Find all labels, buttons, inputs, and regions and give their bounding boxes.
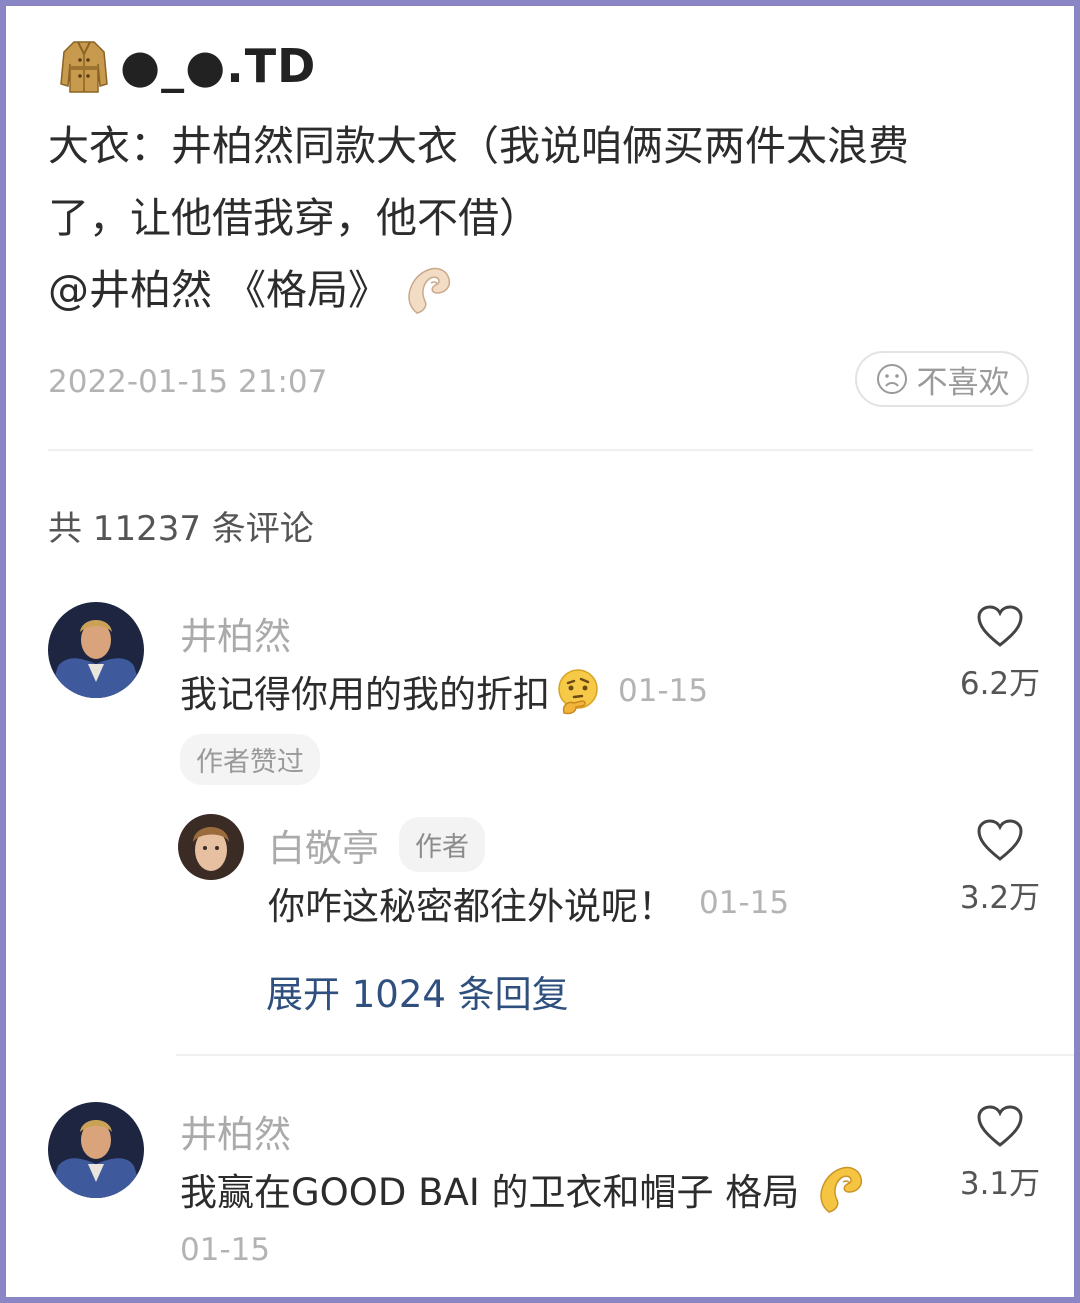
- post-detail-panel: ●_●.TD 大衣：井柏然同款大衣（我说咱俩买两件太浪费 了，让他借我穿，他不借…: [6, 6, 1074, 1297]
- post-mention-text[interactable]: @井柏然 《格局》: [48, 254, 389, 326]
- post-text-line: 了，让他借我穿，他不借）: [48, 194, 540, 242]
- heart-icon: [977, 605, 1023, 647]
- divider: [48, 449, 1033, 451]
- expand-replies-link[interactable]: 展开 1024 条回复: [266, 964, 569, 1018]
- reply-author[interactable]: 白敬亭: [268, 818, 379, 872]
- heart-icon: [977, 1105, 1023, 1147]
- post-header: ●_●.TD: [58, 36, 316, 96]
- comment-author[interactable]: 井柏然: [180, 1104, 291, 1158]
- comment-text-row: 我赢在GOOD BAI 的卫衣和帽子 格局: [180, 1162, 865, 1216]
- comment-text: 我记得你用的我的折扣: [180, 673, 550, 716]
- reply-date: 01-15: [699, 885, 790, 921]
- post-author-name[interactable]: ●_●.TD: [120, 39, 316, 93]
- avatar[interactable]: [48, 602, 144, 698]
- sad-face-icon: [876, 364, 907, 394]
- comment-date: 01-15: [618, 673, 709, 709]
- reply-text-row: 你咋这秘密都往外说呢！ 01-15: [268, 876, 789, 930]
- post-text-line-mention: @井柏然 《格局》: [48, 254, 1028, 326]
- heart-icon: [977, 819, 1023, 861]
- pinched-fingers-emoji-icon: [408, 267, 451, 314]
- thinking-face-emoji-icon: [558, 669, 598, 715]
- author-tag: 作者: [399, 817, 485, 872]
- like-count: 3.1万: [959, 1166, 1041, 1202]
- avatar[interactable]: [178, 814, 244, 880]
- comment-date: 01-15: [180, 1232, 271, 1268]
- comment-author[interactable]: 井柏然: [180, 606, 291, 660]
- like-button[interactable]: 3.1万: [952, 1104, 1048, 1203]
- comment-text: 我赢在GOOD BAI 的卫衣和帽子 格局: [180, 1171, 800, 1214]
- dislike-label: 不喜欢: [916, 364, 1010, 401]
- pinched-fingers-emoji-icon: [820, 1166, 863, 1213]
- post-text-line: 大衣：井柏然同款大衣（我说咱俩买两件太浪费: [48, 122, 909, 170]
- like-count: 6.2万: [959, 666, 1041, 702]
- like-button[interactable]: 3.2万: [952, 818, 1048, 917]
- like-button[interactable]: 6.2万: [952, 604, 1048, 703]
- dislike-button[interactable]: 不喜欢: [855, 351, 1029, 407]
- comment-count: 共 11237 条评论: [48, 509, 314, 549]
- comment-text-row: 我记得你用的我的折扣 01-15: [180, 664, 708, 718]
- post-content: 大衣：井柏然同款大衣（我说咱俩买两件太浪费 了，让他借我穿，他不借） @井柏然 …: [48, 110, 1028, 326]
- author-liked-badge: 作者赞过: [180, 734, 320, 785]
- divider: [176, 1054, 1074, 1056]
- reply-text: 你咋这秘密都往外说呢！: [268, 885, 675, 928]
- post-timestamp: 2022-01-15 21:07: [48, 364, 328, 400]
- like-count: 3.2万: [959, 880, 1041, 916]
- avatar[interactable]: [48, 1102, 144, 1198]
- trench-coat-icon: [60, 41, 108, 93]
